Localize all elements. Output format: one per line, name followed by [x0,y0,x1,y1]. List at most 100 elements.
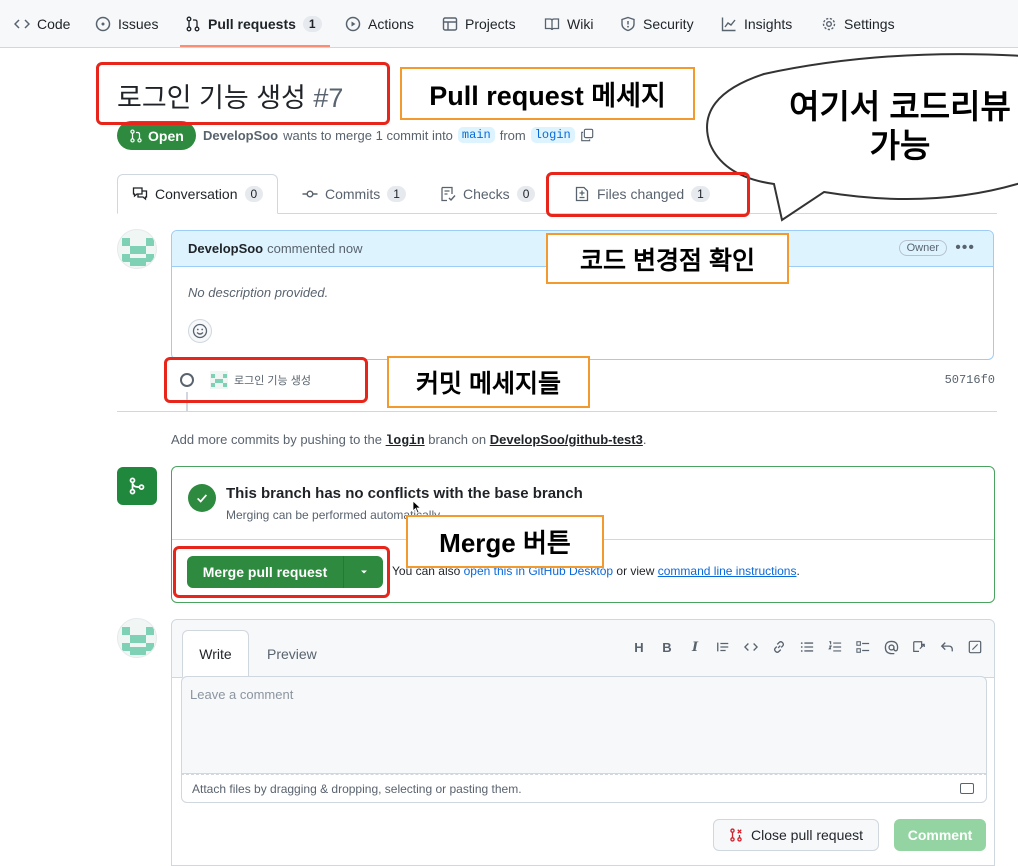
nav-security-label: Security [643,16,694,32]
add-more-middle: branch on [428,432,487,447]
nav-insights[interactable]: Insights [721,0,792,48]
tab-checks-count: 0 [516,186,536,202]
nav-code-label: Code [37,16,71,32]
new-comment-box: Write Preview H B I Leave a comment Atta… [171,619,995,866]
comment-author[interactable]: DevelopSoo [188,241,263,256]
heading-button[interactable]: H [630,636,648,658]
nav-projects[interactable]: Projects [442,0,516,48]
kebab-menu-icon[interactable]: ••• [955,239,975,257]
git-pull-request-closed-icon [730,828,742,842]
nav-issues[interactable]: Issues [95,0,158,48]
tab-commits-label: Commits [325,186,381,202]
pr-merge-summary: DevelopSoo wants to merge 1 commit into … [203,127,594,143]
tab-checks-label: Checks [463,186,510,202]
mention-icon[interactable] [882,636,900,658]
pr-author-link[interactable]: DevelopSoo [203,128,278,143]
italic-button[interactable]: I [686,636,704,658]
tab-checks[interactable]: Checks 0 [440,174,536,214]
tab-conversation[interactable]: Conversation 0 [117,174,279,214]
play-icon [345,16,361,32]
unordered-list-icon[interactable] [798,636,816,658]
check-circle-icon [188,484,216,512]
timeline-divider [117,411,997,412]
tab-commits[interactable]: Commits 1 [302,174,406,214]
shield-icon [621,16,635,32]
pull-request-icon [186,16,200,32]
comment-textarea[interactable]: Leave a comment [181,676,987,774]
merge-status-title: This branch has no conflicts with the ba… [226,485,583,502]
pull-request-icon [130,128,142,143]
comment-meta[interactable]: commented now [267,241,362,256]
attach-files-text: Attach files by dragging & dropping, sel… [192,782,522,796]
commit-sha[interactable]: 50716f0 [945,373,995,387]
nav-settings-label: Settings [844,16,895,32]
nav-pull-requests[interactable]: Pull requests 1 [185,0,322,48]
nav-pull-requests-label: Pull requests [208,16,296,32]
add-more-branch-link[interactable]: login [386,433,425,448]
avatar[interactable] [117,229,157,269]
comment-button[interactable]: Comment [894,819,986,851]
command-line-instructions-link[interactable]: command line instructions [658,564,797,578]
annotation-code-changes: 코드 변경점 확인 [546,233,789,284]
annotation-merge-highlight [173,546,390,598]
fullscreen-icon[interactable] [966,636,984,658]
active-tab-underline [180,45,330,47]
quote-icon[interactable] [714,636,732,658]
cross-reference-icon[interactable] [910,636,928,658]
gear-icon [822,17,836,31]
annotation-commit-messages: 커밋 메세지들 [387,356,590,408]
graph-icon [721,17,736,32]
base-branch[interactable]: main [457,127,495,143]
nav-settings[interactable]: Settings [821,0,895,48]
reply-icon[interactable] [938,636,956,658]
cursor-icon [412,500,422,514]
tab-conversation-label: Conversation [155,186,238,202]
merge-hint-suffix: . [796,564,800,578]
nav-insights-label: Insights [744,16,793,32]
tab-conversation-count: 0 [244,186,264,202]
attach-files-bar[interactable]: Attach files by dragging & dropping, sel… [181,774,987,803]
link-icon[interactable] [770,636,788,658]
tab-write[interactable]: Write [182,630,249,678]
smiley-icon [192,323,208,339]
status-badge-label: Open [148,127,184,144]
owner-badge: Owner [898,240,947,256]
repo-nav: Code Issues Pull requests 1 Actions Proj… [0,0,1018,48]
add-more-suffix: . [642,432,647,447]
markdown-icon[interactable] [960,783,974,794]
nav-actions[interactable]: Actions [345,0,414,48]
nav-projects-label: Projects [465,16,516,32]
commit-icon [302,190,318,198]
add-more-commits-hint: Add more commits by pushing to the login… [171,432,646,448]
bold-button[interactable]: B [658,636,676,658]
nav-code[interactable]: Code [14,0,70,48]
table-icon [442,17,458,31]
add-more-repo-link[interactable]: DevelopSoo/github-test3 [490,432,643,447]
head-branch[interactable]: login [530,127,575,143]
close-pull-request-button[interactable]: Close pull request [713,819,879,851]
code-icon [14,19,30,29]
tab-preview[interactable]: Preview [267,630,317,678]
markdown-toolbar: H B I [630,636,984,658]
nav-wiki[interactable]: Wiki [544,0,593,48]
tab-commits-count: 1 [387,186,406,202]
add-more-prefix: Add more commits by pushing to the [171,432,382,447]
avatar[interactable] [117,618,157,658]
git-merge-icon [129,477,145,495]
nav-pull-requests-count: 1 [302,16,322,32]
task-list-icon[interactable] [854,636,872,658]
comment-discussion-icon [132,187,148,201]
ordered-list-icon[interactable] [826,636,844,658]
merge-hint-middle: or view [616,564,655,578]
annotation-commit-highlight [164,357,368,403]
code-icon[interactable] [742,636,760,658]
copy-icon[interactable] [580,128,594,142]
nav-wiki-label: Wiki [567,16,594,32]
annotation-merge-button: Merge 버튼 [406,515,604,568]
checklist-icon [441,186,456,202]
nav-security[interactable]: Security [620,0,694,48]
annotation-files-changed-highlight [546,172,750,217]
add-reaction-button[interactable] [188,319,212,343]
close-pull-request-label: Close pull request [750,827,864,843]
merge-status-icon-box [117,467,157,505]
